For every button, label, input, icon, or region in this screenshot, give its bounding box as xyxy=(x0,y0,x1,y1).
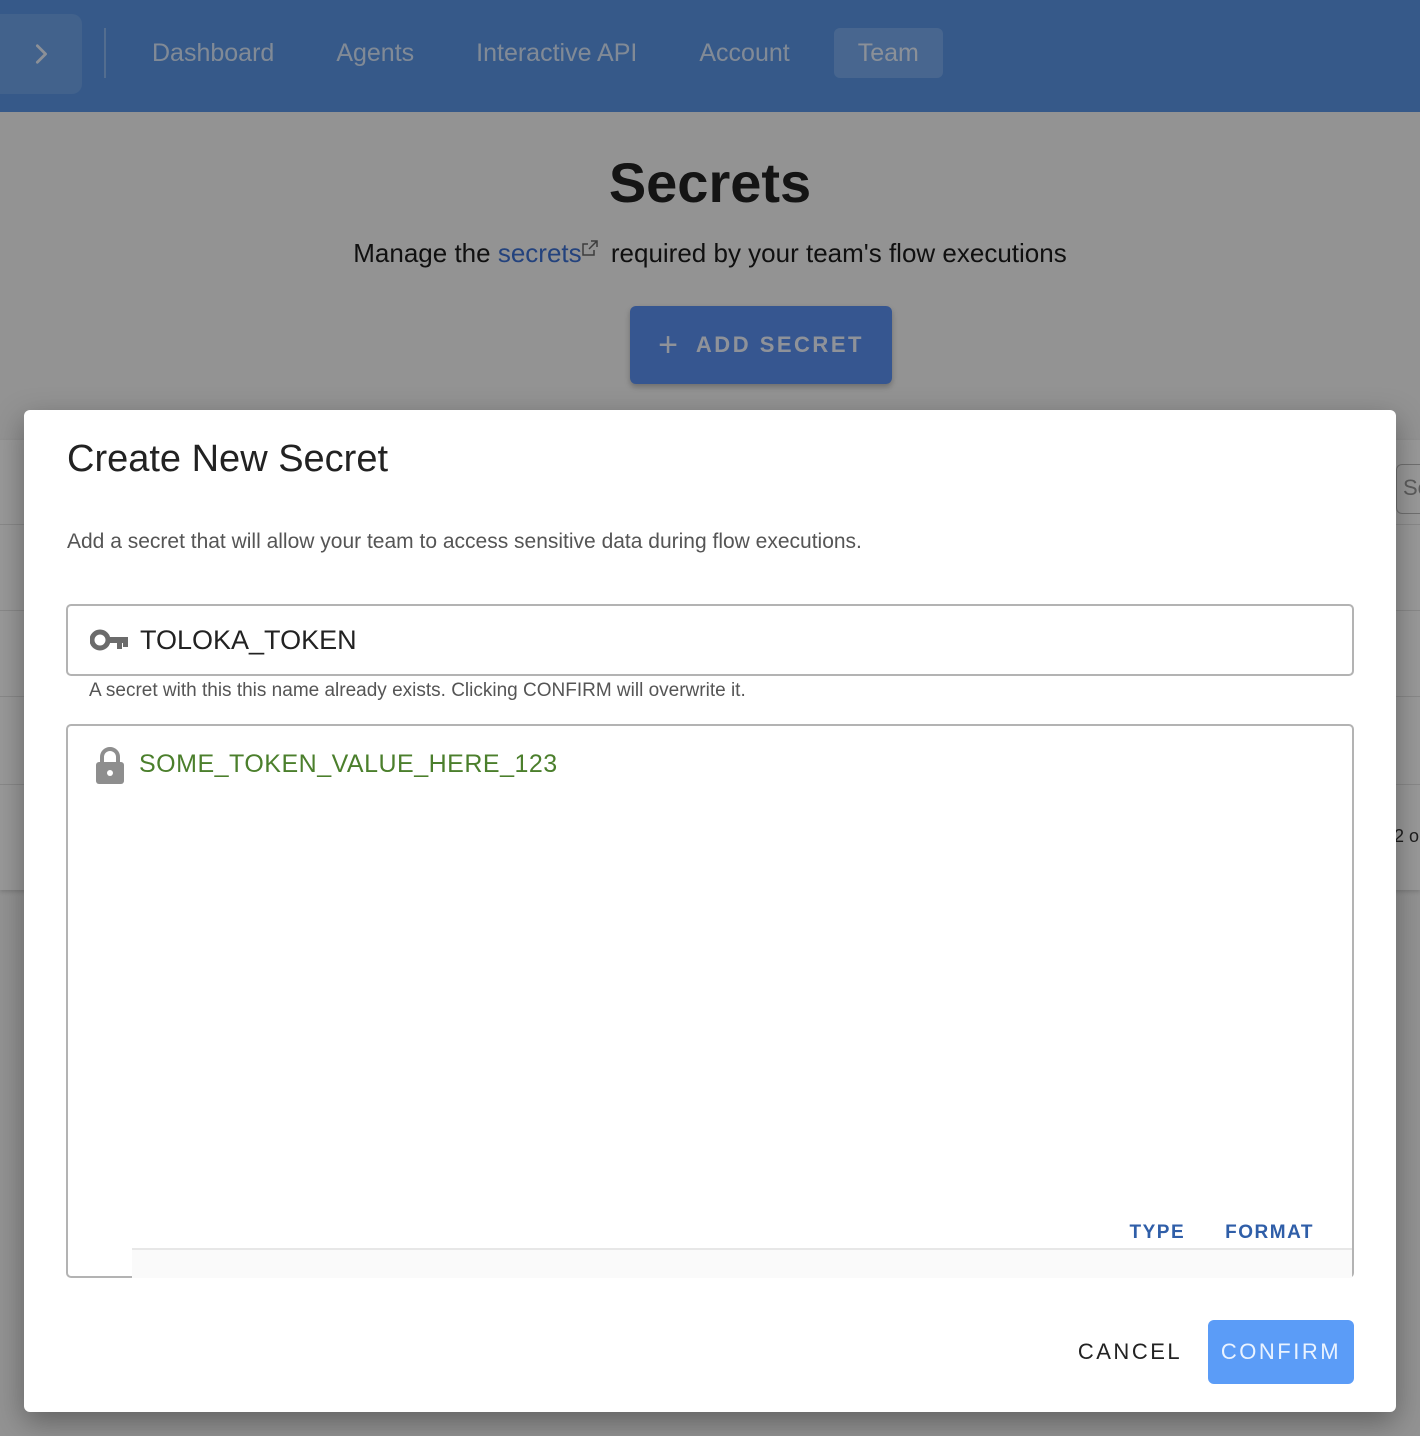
secret-name-input[interactable]: TOLOKA_TOKEN xyxy=(66,604,1354,676)
key-icon xyxy=(90,629,128,651)
cancel-button[interactable]: CANCEL xyxy=(1062,1320,1198,1384)
dialog-title: Create New Secret xyxy=(67,438,389,480)
format-button[interactable]: FORMAT xyxy=(1225,1222,1314,1244)
secret-value-text: SOME_TOKEN_VALUE_HERE_123 xyxy=(139,750,558,778)
type-button[interactable]: TYPE xyxy=(1130,1222,1186,1244)
secret-value-editor[interactable]: SOME_TOKEN_VALUE_HERE_123 TYPE FORMAT xyxy=(66,724,1354,1278)
value-editor-toolbar: TYPE FORMAT xyxy=(1130,1222,1314,1244)
lock-icon xyxy=(96,747,124,784)
name-helper-text: A secret with this this name already exi… xyxy=(89,680,746,701)
secret-name-value: TOLOKA_TOKEN xyxy=(140,624,357,655)
confirm-button[interactable]: CONFIRM xyxy=(1208,1320,1354,1384)
create-secret-dialog: Create New Secret Add a secret that will… xyxy=(24,410,1396,1412)
dialog-description: Add a secret that will allow your team t… xyxy=(67,530,862,553)
editor-status-strip xyxy=(132,1248,1352,1278)
